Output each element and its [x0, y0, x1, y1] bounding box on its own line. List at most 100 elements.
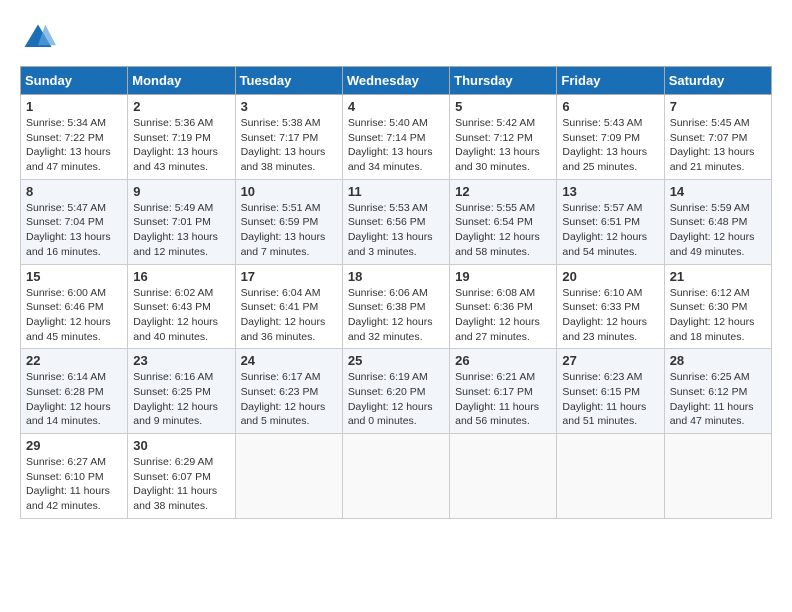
sunset-label: Sunset: 6:07 PM [133, 470, 229, 485]
daylight-label: Daylight: 13 hours and 3 minutes. [348, 230, 444, 259]
day-content: Sunrise: 5:49 AM Sunset: 7:01 PM Dayligh… [133, 201, 229, 260]
calendar-week-4: 22 Sunrise: 6:14 AM Sunset: 6:28 PM Dayl… [21, 349, 772, 434]
sunrise-label: Sunrise: 5:57 AM [562, 201, 658, 216]
sunset-label: Sunset: 7:12 PM [455, 131, 551, 146]
sunrise-label: Sunrise: 5:36 AM [133, 116, 229, 131]
calendar-day-29: 29 Sunrise: 6:27 AM Sunset: 6:10 PM Dayl… [21, 434, 128, 519]
day-number: 1 [26, 99, 122, 114]
day-number: 26 [455, 353, 551, 368]
col-monday: Monday [128, 67, 235, 95]
calendar-day-5: 5 Sunrise: 5:42 AM Sunset: 7:12 PM Dayli… [450, 95, 557, 180]
day-content: Sunrise: 6:08 AM Sunset: 6:36 PM Dayligh… [455, 286, 551, 345]
calendar-week-3: 15 Sunrise: 6:00 AM Sunset: 6:46 PM Dayl… [21, 264, 772, 349]
day-number: 22 [26, 353, 122, 368]
sunrise-label: Sunrise: 6:16 AM [133, 370, 229, 385]
day-content: Sunrise: 5:59 AM Sunset: 6:48 PM Dayligh… [670, 201, 766, 260]
col-sunday: Sunday [21, 67, 128, 95]
logo [20, 20, 62, 56]
sunset-label: Sunset: 6:25 PM [133, 385, 229, 400]
sunset-label: Sunset: 6:56 PM [348, 215, 444, 230]
daylight-label: Daylight: 11 hours and 38 minutes. [133, 484, 229, 513]
sunrise-label: Sunrise: 5:43 AM [562, 116, 658, 131]
calendar-week-1: 1 Sunrise: 5:34 AM Sunset: 7:22 PM Dayli… [21, 95, 772, 180]
empty-cell [450, 434, 557, 519]
day-content: Sunrise: 5:55 AM Sunset: 6:54 PM Dayligh… [455, 201, 551, 260]
day-number: 10 [241, 184, 337, 199]
day-content: Sunrise: 6:21 AM Sunset: 6:17 PM Dayligh… [455, 370, 551, 429]
day-content: Sunrise: 6:00 AM Sunset: 6:46 PM Dayligh… [26, 286, 122, 345]
day-content: Sunrise: 5:51 AM Sunset: 6:59 PM Dayligh… [241, 201, 337, 260]
sunset-label: Sunset: 7:17 PM [241, 131, 337, 146]
sunrise-label: Sunrise: 5:47 AM [26, 201, 122, 216]
daylight-label: Daylight: 12 hours and 40 minutes. [133, 315, 229, 344]
calendar-day-30: 30 Sunrise: 6:29 AM Sunset: 6:07 PM Dayl… [128, 434, 235, 519]
daylight-label: Daylight: 12 hours and 23 minutes. [562, 315, 658, 344]
sunrise-label: Sunrise: 6:17 AM [241, 370, 337, 385]
calendar-day-15: 15 Sunrise: 6:00 AM Sunset: 6:46 PM Dayl… [21, 264, 128, 349]
calendar-day-26: 26 Sunrise: 6:21 AM Sunset: 6:17 PM Dayl… [450, 349, 557, 434]
calendar-day-8: 8 Sunrise: 5:47 AM Sunset: 7:04 PM Dayli… [21, 179, 128, 264]
daylight-label: Daylight: 13 hours and 30 minutes. [455, 145, 551, 174]
sunrise-label: Sunrise: 5:42 AM [455, 116, 551, 131]
sunset-label: Sunset: 6:41 PM [241, 300, 337, 315]
day-number: 5 [455, 99, 551, 114]
day-content: Sunrise: 6:12 AM Sunset: 6:30 PM Dayligh… [670, 286, 766, 345]
day-number: 20 [562, 269, 658, 284]
sunrise-label: Sunrise: 5:40 AM [348, 116, 444, 131]
day-content: Sunrise: 5:57 AM Sunset: 6:51 PM Dayligh… [562, 201, 658, 260]
day-number: 25 [348, 353, 444, 368]
day-content: Sunrise: 6:14 AM Sunset: 6:28 PM Dayligh… [26, 370, 122, 429]
day-content: Sunrise: 6:04 AM Sunset: 6:41 PM Dayligh… [241, 286, 337, 345]
daylight-label: Daylight: 11 hours and 42 minutes. [26, 484, 122, 513]
sunrise-label: Sunrise: 6:04 AM [241, 286, 337, 301]
sunrise-label: Sunrise: 5:49 AM [133, 201, 229, 216]
sunset-label: Sunset: 7:04 PM [26, 215, 122, 230]
daylight-label: Daylight: 12 hours and 14 minutes. [26, 400, 122, 429]
day-content: Sunrise: 6:19 AM Sunset: 6:20 PM Dayligh… [348, 370, 444, 429]
sunset-label: Sunset: 6:36 PM [455, 300, 551, 315]
sunset-label: Sunset: 7:09 PM [562, 131, 658, 146]
page-header [20, 20, 772, 56]
calendar-day-16: 16 Sunrise: 6:02 AM Sunset: 6:43 PM Dayl… [128, 264, 235, 349]
sunset-label: Sunset: 7:19 PM [133, 131, 229, 146]
calendar-day-20: 20 Sunrise: 6:10 AM Sunset: 6:33 PM Dayl… [557, 264, 664, 349]
daylight-label: Daylight: 12 hours and 5 minutes. [241, 400, 337, 429]
day-content: Sunrise: 6:02 AM Sunset: 6:43 PM Dayligh… [133, 286, 229, 345]
daylight-label: Daylight: 13 hours and 34 minutes. [348, 145, 444, 174]
daylight-label: Daylight: 13 hours and 7 minutes. [241, 230, 337, 259]
sunrise-label: Sunrise: 6:02 AM [133, 286, 229, 301]
calendar-day-1: 1 Sunrise: 5:34 AM Sunset: 7:22 PM Dayli… [21, 95, 128, 180]
calendar-table: Sunday Monday Tuesday Wednesday Thursday… [20, 66, 772, 519]
day-content: Sunrise: 6:27 AM Sunset: 6:10 PM Dayligh… [26, 455, 122, 514]
sunrise-label: Sunrise: 6:00 AM [26, 286, 122, 301]
calendar-day-22: 22 Sunrise: 6:14 AM Sunset: 6:28 PM Dayl… [21, 349, 128, 434]
logo-icon [20, 20, 56, 56]
calendar-day-13: 13 Sunrise: 5:57 AM Sunset: 6:51 PM Dayl… [557, 179, 664, 264]
day-number: 9 [133, 184, 229, 199]
day-content: Sunrise: 6:17 AM Sunset: 6:23 PM Dayligh… [241, 370, 337, 429]
calendar-day-2: 2 Sunrise: 5:36 AM Sunset: 7:19 PM Dayli… [128, 95, 235, 180]
day-content: Sunrise: 5:45 AM Sunset: 7:07 PM Dayligh… [670, 116, 766, 175]
day-number: 12 [455, 184, 551, 199]
daylight-label: Daylight: 12 hours and 27 minutes. [455, 315, 551, 344]
day-content: Sunrise: 5:36 AM Sunset: 7:19 PM Dayligh… [133, 116, 229, 175]
sunset-label: Sunset: 6:33 PM [562, 300, 658, 315]
sunrise-label: Sunrise: 6:08 AM [455, 286, 551, 301]
calendar-day-3: 3 Sunrise: 5:38 AM Sunset: 7:17 PM Dayli… [235, 95, 342, 180]
sunset-label: Sunset: 7:14 PM [348, 131, 444, 146]
daylight-label: Daylight: 13 hours and 47 minutes. [26, 145, 122, 174]
sunset-label: Sunset: 6:23 PM [241, 385, 337, 400]
day-content: Sunrise: 5:42 AM Sunset: 7:12 PM Dayligh… [455, 116, 551, 175]
day-number: 28 [670, 353, 766, 368]
sunset-label: Sunset: 6:15 PM [562, 385, 658, 400]
calendar-day-7: 7 Sunrise: 5:45 AM Sunset: 7:07 PM Dayli… [664, 95, 771, 180]
day-content: Sunrise: 6:16 AM Sunset: 6:25 PM Dayligh… [133, 370, 229, 429]
daylight-label: Daylight: 12 hours and 36 minutes. [241, 315, 337, 344]
daylight-label: Daylight: 13 hours and 16 minutes. [26, 230, 122, 259]
calendar-day-21: 21 Sunrise: 6:12 AM Sunset: 6:30 PM Dayl… [664, 264, 771, 349]
sunrise-label: Sunrise: 5:53 AM [348, 201, 444, 216]
day-number: 8 [26, 184, 122, 199]
sunset-label: Sunset: 6:30 PM [670, 300, 766, 315]
sunset-label: Sunset: 6:43 PM [133, 300, 229, 315]
day-content: Sunrise: 6:06 AM Sunset: 6:38 PM Dayligh… [348, 286, 444, 345]
